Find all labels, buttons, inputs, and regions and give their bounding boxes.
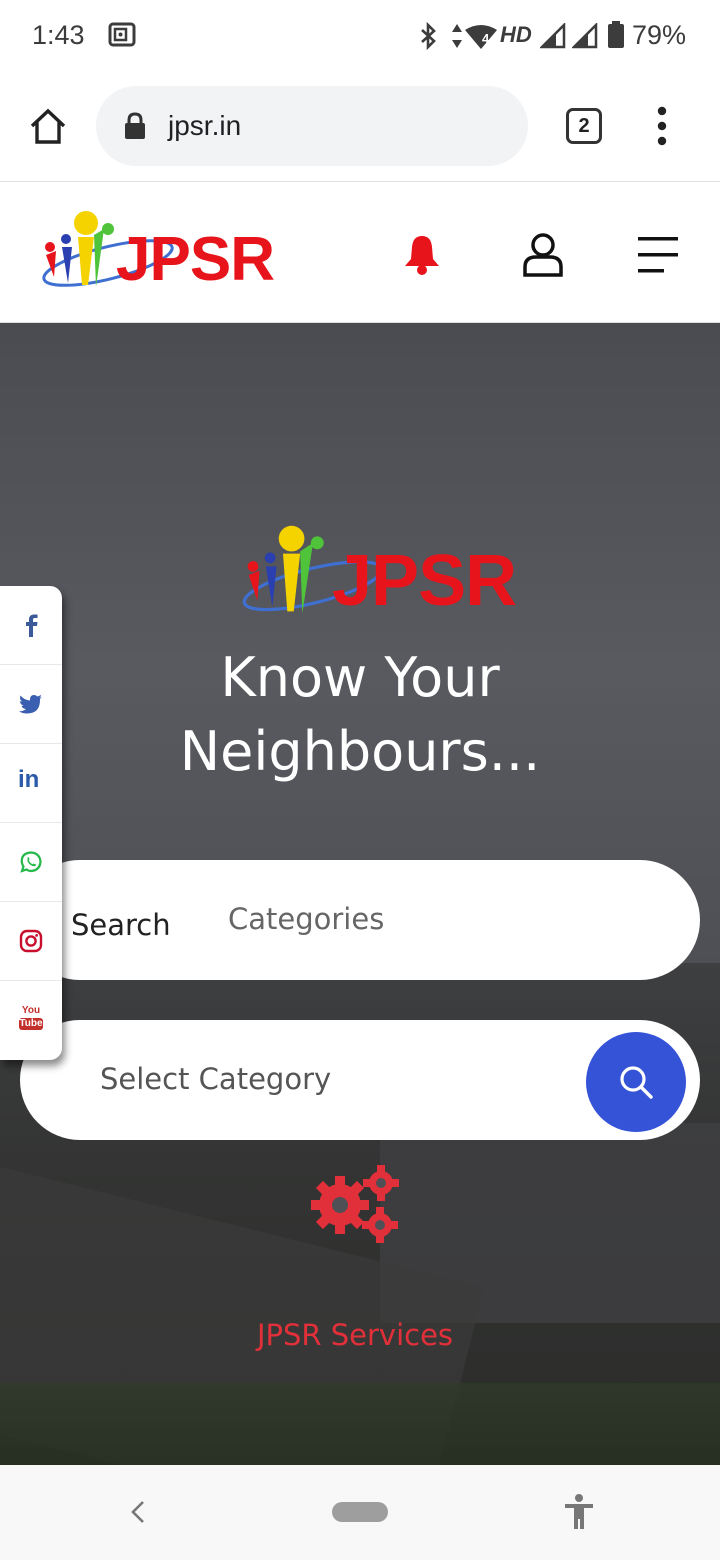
whatsapp-icon xyxy=(20,851,42,873)
youtube-icon-top: You xyxy=(21,1005,41,1016)
battery-icon xyxy=(608,21,624,48)
services-link[interactable]: JPSR Services xyxy=(0,1318,710,1352)
data-arrows-icon xyxy=(452,24,462,48)
linkedin-icon: in xyxy=(18,766,40,793)
home-icon[interactable] xyxy=(28,106,68,146)
tab-categories[interactable]: Categories xyxy=(228,902,384,936)
more-options-icon[interactable] xyxy=(654,106,670,146)
category-select[interactable]: Select Category xyxy=(20,1020,700,1140)
search-button[interactable] xyxy=(586,1032,686,1132)
social-linkedin[interactable]: in xyxy=(0,744,62,823)
hero-background-trees xyxy=(0,1383,720,1465)
wifi-generation-label: 4 xyxy=(482,31,490,46)
youtube-icon: You Tube xyxy=(19,1005,43,1033)
hero-section: JPSR Know Your Neighbours... Search Cate… xyxy=(0,323,720,1465)
social-share-sidebar: in You Tube xyxy=(0,586,62,1060)
bluetooth-icon xyxy=(421,22,436,50)
social-youtube[interactable]: You Tube xyxy=(0,981,62,1060)
signal-icon xyxy=(572,23,598,49)
status-bar: 1:43 4 HD 79% xyxy=(0,0,720,72)
hero-title-line1: Know Your xyxy=(220,646,500,709)
social-facebook[interactable] xyxy=(0,586,62,665)
hero-logo-text: JPSR xyxy=(332,541,517,621)
tab-search[interactable]: Search xyxy=(71,908,171,942)
social-whatsapp[interactable] xyxy=(0,823,62,902)
site-logo[interactable]: JPSR xyxy=(38,207,275,303)
browser-toolbar: jpsr.in 2 xyxy=(0,72,720,182)
hamburger-menu-icon[interactable] xyxy=(636,235,680,275)
user-account-icon[interactable] xyxy=(522,231,564,277)
youtube-icon-bottom: Tube xyxy=(19,1018,43,1030)
signal-icon xyxy=(540,23,566,49)
services-gears-icon xyxy=(311,1165,399,1243)
notification-bell-icon[interactable] xyxy=(402,233,442,275)
hero-title: Know Your Neighbours... xyxy=(0,641,720,789)
wifi-icon xyxy=(465,25,497,49)
site-header: JPSR xyxy=(0,183,720,323)
back-icon[interactable] xyxy=(128,1499,148,1525)
tab-switcher-button[interactable]: 2 xyxy=(566,108,602,144)
search-mode-tabs: Search Categories xyxy=(20,860,700,980)
home-gesture-pill[interactable] xyxy=(332,1502,388,1522)
category-select-placeholder[interactable]: Select Category xyxy=(100,1062,331,1096)
address-bar[interactable]: jpsr.in xyxy=(96,86,528,166)
logo-text: JPSR xyxy=(116,225,275,294)
lock-icon xyxy=(125,112,145,139)
search-icon xyxy=(620,1066,653,1099)
url-text[interactable]: jpsr.in xyxy=(168,110,241,142)
social-twitter[interactable] xyxy=(0,665,62,744)
hero-logo: JPSR xyxy=(238,519,517,631)
hd-label: HD xyxy=(500,22,532,47)
accessibility-icon[interactable] xyxy=(562,1493,596,1531)
instagram-icon xyxy=(19,929,43,953)
system-nav-bar xyxy=(0,1465,720,1560)
screen-record-icon xyxy=(108,22,136,47)
twitter-icon xyxy=(19,695,42,714)
facebook-icon xyxy=(26,614,38,637)
social-instagram[interactable] xyxy=(0,902,62,981)
hero-title-line2: Neighbours... xyxy=(179,720,541,783)
battery-percent: 79% xyxy=(632,20,687,50)
status-time: 1:43 xyxy=(32,20,85,50)
